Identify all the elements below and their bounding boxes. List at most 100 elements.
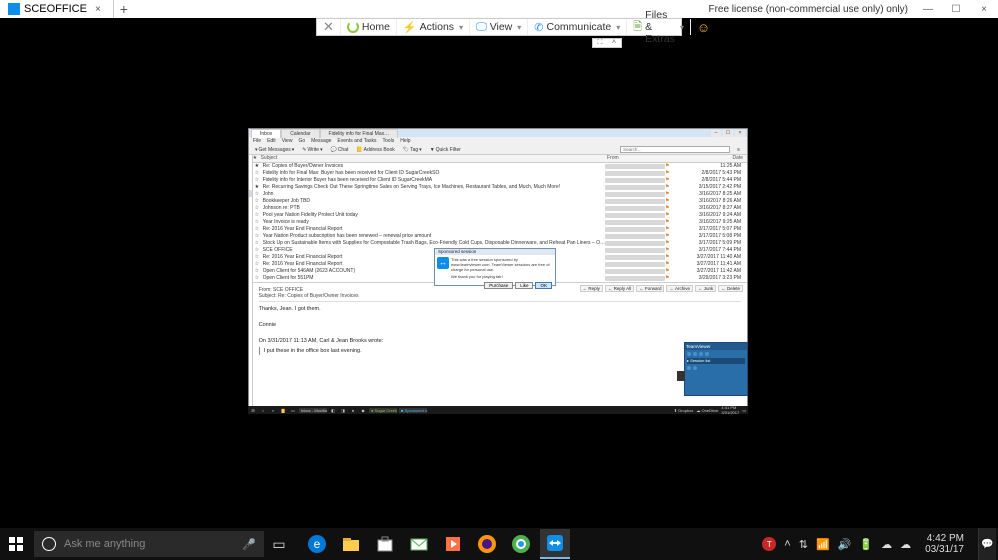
flag-icon[interactable]: ⚑ xyxy=(665,205,673,212)
tray-clock[interactable]: 4:42 PM 03/31/17 xyxy=(919,533,970,555)
action-center-icon[interactable]: 💬 xyxy=(978,528,996,560)
mail-maximize[interactable]: ☐ xyxy=(723,130,733,137)
chrome-icon[interactable] xyxy=(506,529,536,559)
menu-item[interactable]: Help xyxy=(400,138,410,144)
write-button[interactable]: ✎ Write ▾ xyxy=(300,147,324,153)
menu-item[interactable]: Go xyxy=(298,138,305,144)
star-icon[interactable]: ☆ xyxy=(255,247,263,254)
flag-icon[interactable]: ⚑ xyxy=(665,254,673,261)
flag-icon[interactable]: ⚑ xyxy=(665,184,673,191)
remote-app-icon[interactable]: ● xyxy=(348,406,358,414)
tray-network-icon[interactable]: ⇅ xyxy=(799,538,808,551)
mail-tab[interactable]: Calendar xyxy=(281,129,319,138)
tb-files[interactable]: 🗎Files & Extras▾ xyxy=(627,19,691,35)
star-icon[interactable]: ☆ xyxy=(255,226,263,233)
preview-forward-button[interactable]: ← Forward xyxy=(636,285,664,292)
remote-tray-item[interactable]: ⬆ Dropbox xyxy=(674,408,694,413)
flag-icon[interactable]: ⚑ xyxy=(665,191,673,198)
message-row[interactable]: ☆Fidelity info for Final Max: Buyer has … xyxy=(253,170,747,177)
add-session-button[interactable]: + xyxy=(114,1,134,17)
menu-icon[interactable]: ≡ xyxy=(734,147,743,153)
tb-view[interactable]: 🖵View▾ xyxy=(470,19,528,35)
flag-icon[interactable]: ⚑ xyxy=(665,226,673,233)
remote-tray-item[interactable]: ☁ OneDrive xyxy=(696,408,718,413)
star-icon[interactable]: ☆ xyxy=(255,170,263,177)
tray-wifi-icon[interactable]: 📶 xyxy=(816,538,830,551)
preview-delete-button[interactable]: ← Delete xyxy=(718,285,743,292)
star-icon[interactable]: ☆ xyxy=(255,275,263,282)
message-row[interactable]: ☆Re: 2016 Year End Financial Report⚑3/17… xyxy=(253,226,747,233)
star-icon[interactable]: ☆ xyxy=(255,240,263,247)
tb-home[interactable]: Home xyxy=(341,19,397,35)
store-icon[interactable] xyxy=(370,529,400,559)
panel-sessionlist[interactable]: ▸ Session list xyxy=(687,358,745,364)
edge-icon[interactable]: e xyxy=(302,529,332,559)
message-row[interactable]: ★Re: Copies of Buyer/Owner Invoices⚑11:2… xyxy=(253,163,747,170)
mic-icon[interactable]: 🎤 xyxy=(242,538,256,551)
preview-archive-button[interactable]: ← Archive xyxy=(666,285,693,292)
tb-close[interactable]: ✕ xyxy=(317,19,341,35)
firefox-icon[interactable] xyxy=(472,529,502,559)
dialog-like-button[interactable]: Like xyxy=(515,282,533,289)
star-icon[interactable]: ☆ xyxy=(255,198,263,205)
panel-collapse-tab[interactable] xyxy=(677,371,685,381)
remote-app-icon[interactable]: ◧ xyxy=(328,406,338,414)
star-icon[interactable]: ☆ xyxy=(255,205,263,212)
mail-search-input[interactable] xyxy=(620,146,730,153)
flag-icon[interactable]: ⚑ xyxy=(665,247,673,254)
message-row[interactable]: ☆Fidelity info for Interior Buyer has be… xyxy=(253,177,747,184)
remote-app-icon[interactable]: ◆ xyxy=(358,406,368,414)
star-icon[interactable]: ★ xyxy=(255,184,263,191)
mail-tab[interactable]: Fidelity info for Final Max… xyxy=(320,129,399,138)
menu-item[interactable]: Message xyxy=(311,138,331,144)
col-date[interactable]: Date xyxy=(675,155,747,162)
tb-actions[interactable]: ⚡Actions▾ xyxy=(397,19,470,35)
message-row[interactable]: ☆John⚑3/16/2017 8:25 AM xyxy=(253,191,747,198)
menu-item[interactable]: Events and Tasks xyxy=(337,138,376,144)
tray-battery-icon[interactable]: 🔋 xyxy=(859,538,873,551)
remote-cortana[interactable]: ○ xyxy=(258,406,268,414)
star-icon[interactable]: ☆ xyxy=(255,268,263,275)
explorer-icon[interactable] xyxy=(336,529,366,559)
mail-minimize[interactable]: – xyxy=(711,130,721,137)
minimize-button[interactable]: — xyxy=(914,4,942,15)
menu-item[interactable]: Tools xyxy=(383,138,395,144)
tray-app-icon[interactable]: T xyxy=(762,537,776,551)
tag-button[interactable]: 🏷 Tag ▾ xyxy=(401,147,424,153)
start-button[interactable] xyxy=(0,528,32,560)
remote-explorer-icon[interactable]: ▇ xyxy=(278,406,288,414)
remote-tray-notif[interactable]: ▭ xyxy=(742,408,746,413)
mail-icon[interactable] xyxy=(404,529,434,559)
message-row[interactable]: ★Re: Recurring Savings Check Out These S… xyxy=(253,184,747,191)
message-row[interactable]: ☆Bookkeeper Job TBD⚑3/16/2017 8:26 AM xyxy=(253,198,747,205)
dialog-purchase-button[interactable]: Purchase xyxy=(484,282,513,289)
cortana-search[interactable]: Ask me anything 🎤 xyxy=(34,531,264,557)
flag-icon[interactable]: ⚑ xyxy=(665,240,673,247)
flag-icon[interactable]: ⚑ xyxy=(665,198,673,205)
preview-junk-button[interactable]: ← Junk xyxy=(695,285,716,292)
col-from[interactable]: From xyxy=(607,155,667,162)
star-icon[interactable]: ☆ xyxy=(255,212,263,219)
menu-item[interactable]: File xyxy=(253,138,261,144)
remote-taskbar[interactable]: ⊞ ○ e ▇ ▭ Inbox - Mozilla Thu… ◧ ◨ ● ◆ ●… xyxy=(248,406,748,414)
flag-icon[interactable]: ⚑ xyxy=(665,170,673,177)
dialog-ok-button[interactable]: OK xyxy=(535,282,552,289)
menu-item[interactable]: View xyxy=(282,138,293,144)
tv-session-tab[interactable]: SCEOFFICE × xyxy=(0,0,114,18)
star-icon[interactable]: ☆ xyxy=(255,177,263,184)
flag-icon[interactable]: ⚑ xyxy=(665,261,673,268)
tb-communicate[interactable]: ✆Communicate▾ xyxy=(528,19,627,35)
address-button[interactable]: 📒 Address Book xyxy=(354,147,396,153)
tb-feedback[interactable]: ☺ xyxy=(691,19,716,35)
tv-mini-controls[interactable]: ⛶˄ xyxy=(592,38,622,48)
fullscreen-icon[interactable]: ⛶ xyxy=(593,39,607,47)
flag-icon[interactable]: ⚑ xyxy=(665,219,673,226)
star-icon[interactable]: ☆ xyxy=(255,191,263,198)
get-messages-button[interactable]: ▾ Get Messages ▾ xyxy=(253,147,296,153)
star-icon[interactable]: ☆ xyxy=(255,233,263,240)
mail-tab[interactable]: Inbox xyxy=(251,129,281,138)
flag-icon[interactable]: ⚑ xyxy=(665,212,673,219)
teamviewer-taskbar-icon[interactable] xyxy=(540,529,570,559)
flag-icon[interactable]: ⚑ xyxy=(665,268,673,275)
tray-cloud-icon[interactable]: ☁ xyxy=(881,538,892,551)
